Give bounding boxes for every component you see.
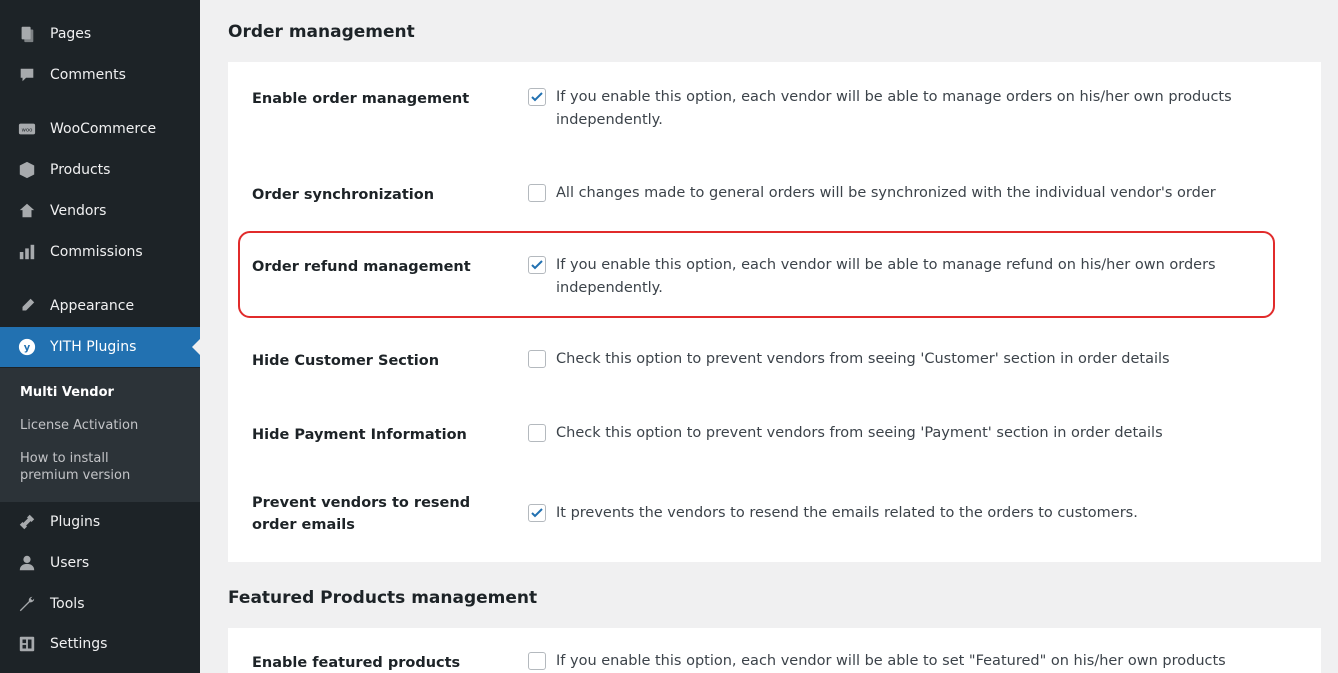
setting-control: It prevents the vendors to resend the em…	[528, 502, 1288, 525]
svg-text:woo: woo	[22, 127, 33, 133]
sidebar-item-label: Products	[50, 162, 111, 178]
enable-order-management-checkbox[interactable]	[528, 88, 546, 106]
sidebar-item-label: Settings	[50, 636, 108, 652]
sidebar-item-yith-plugins[interactable]: y YITH Plugins	[0, 327, 200, 367]
sidebar-item-commissions[interactable]: Commissions	[0, 232, 200, 272]
pages-icon	[17, 24, 37, 44]
setting-control: Check this option to prevent vendors fro…	[528, 422, 1288, 445]
sidebar-item-appearance[interactable]: Appearance	[0, 286, 200, 326]
setting-description: If you enable this option, each vendor w…	[556, 653, 1226, 669]
comments-icon	[17, 65, 37, 85]
active-indicator	[192, 339, 200, 355]
setting-description: Check this option to prevent vendors fro…	[556, 425, 1163, 441]
setting-label: Order synchronization	[252, 187, 435, 203]
settings-icon	[17, 634, 37, 654]
prevent-resend-emails-checkbox[interactable]	[528, 504, 546, 522]
sidebar-item-label: Tools	[50, 596, 85, 612]
sidebar-item-users[interactable]: Users	[0, 543, 200, 583]
checkmark-icon	[531, 508, 543, 518]
setting-label: Hide Customer Section	[252, 353, 440, 369]
enable-featured-products-checkbox[interactable]	[528, 652, 546, 670]
setting-description: If you enable this option, each vendor w…	[556, 89, 1232, 128]
featured-management-panel: Enable featured products If you enable t…	[228, 628, 1321, 673]
sidebar-item-products[interactable]: Products	[0, 150, 200, 190]
sidebar-item-settings[interactable]: Settings	[0, 624, 200, 664]
sidebar-item-label: Pages	[50, 26, 92, 42]
sidebar-item-plugins[interactable]: Plugins	[0, 502, 200, 542]
appearance-icon	[17, 296, 37, 316]
submenu-multi-vendor[interactable]: Multi Vendor	[20, 384, 114, 401]
order-synchronization-checkbox[interactable]	[528, 184, 546, 202]
order-refund-management-checkbox[interactable]	[528, 256, 546, 274]
svg-text:y: y	[24, 343, 31, 354]
checkmark-icon	[531, 260, 543, 270]
main-content: Order management Enable order management…	[200, 0, 1338, 673]
admin-sidebar: Pages Comments woo WooCommerce Products …	[0, 0, 200, 673]
yith-submenu: Multi Vendor License Activation How to i…	[0, 368, 200, 502]
sidebar-item-label: Plugins	[50, 514, 101, 530]
sidebar-item-label: Comments	[50, 67, 126, 83]
section-title-order-management: Order management	[228, 22, 415, 42]
hide-payment-information-checkbox[interactable]	[528, 424, 546, 442]
sidebar-item-label: Users	[50, 555, 90, 571]
sidebar-item-vendors[interactable]: Vendors	[0, 191, 200, 231]
setting-control: If you enable this option, each vendor w…	[528, 650, 1288, 673]
submenu-how-to-install[interactable]: How to install	[20, 450, 109, 467]
setting-control: Check this option to prevent vendors fro…	[528, 348, 1288, 371]
users-icon	[17, 553, 37, 573]
setting-control: All changes made to general orders will …	[528, 182, 1288, 205]
plugins-icon	[17, 512, 37, 532]
setting-label: Hide Payment Information	[252, 427, 467, 443]
section-title-featured-management: Featured Products management	[228, 588, 538, 608]
sidebar-item-label: WooCommerce	[50, 121, 157, 137]
tools-icon	[17, 594, 37, 614]
setting-description: It prevents the vendors to resend the em…	[556, 505, 1138, 521]
setting-label: Enable featured products	[252, 655, 461, 671]
submenu-license-activation[interactable]: License Activation	[20, 417, 138, 434]
sidebar-item-label: YITH Plugins	[50, 339, 137, 355]
setting-control: If you enable this option, each vendor w…	[528, 254, 1288, 300]
vendors-icon	[17, 201, 37, 221]
sidebar-item-woocommerce[interactable]: woo WooCommerce	[0, 109, 200, 149]
setting-label-line: Prevent vendors to resend	[252, 495, 471, 511]
sidebar-item-comments[interactable]: Comments	[0, 55, 200, 95]
sidebar-item-label: Vendors	[50, 203, 107, 219]
setting-description: All changes made to general orders will …	[556, 185, 1216, 201]
sidebar-item-tools[interactable]: Tools	[0, 584, 200, 624]
sidebar-item-pages[interactable]: Pages	[0, 14, 200, 54]
setting-label: Order refund management	[252, 259, 471, 275]
commissions-icon	[17, 242, 37, 262]
setting-label-line: order emails	[252, 517, 355, 533]
sidebar-item-label: Commissions	[50, 244, 143, 260]
setting-control: If you enable this option, each vendor w…	[528, 86, 1288, 132]
setting-label: Enable order management	[252, 91, 470, 107]
order-management-panel: Enable order management If you enable th…	[228, 62, 1321, 562]
setting-description: Check this option to prevent vendors fro…	[556, 351, 1170, 367]
setting-label: Prevent vendors to resend order emails	[252, 492, 502, 536]
checkmark-icon	[531, 92, 543, 102]
setting-description: If you enable this option, each vendor w…	[556, 257, 1216, 296]
products-icon	[17, 160, 37, 180]
yith-icon: y	[17, 337, 37, 357]
submenu-how-to-install-line2[interactable]: premium version	[20, 467, 130, 484]
woocommerce-icon: woo	[17, 119, 37, 139]
hide-customer-section-checkbox[interactable]	[528, 350, 546, 368]
sidebar-item-label: Appearance	[50, 298, 135, 314]
